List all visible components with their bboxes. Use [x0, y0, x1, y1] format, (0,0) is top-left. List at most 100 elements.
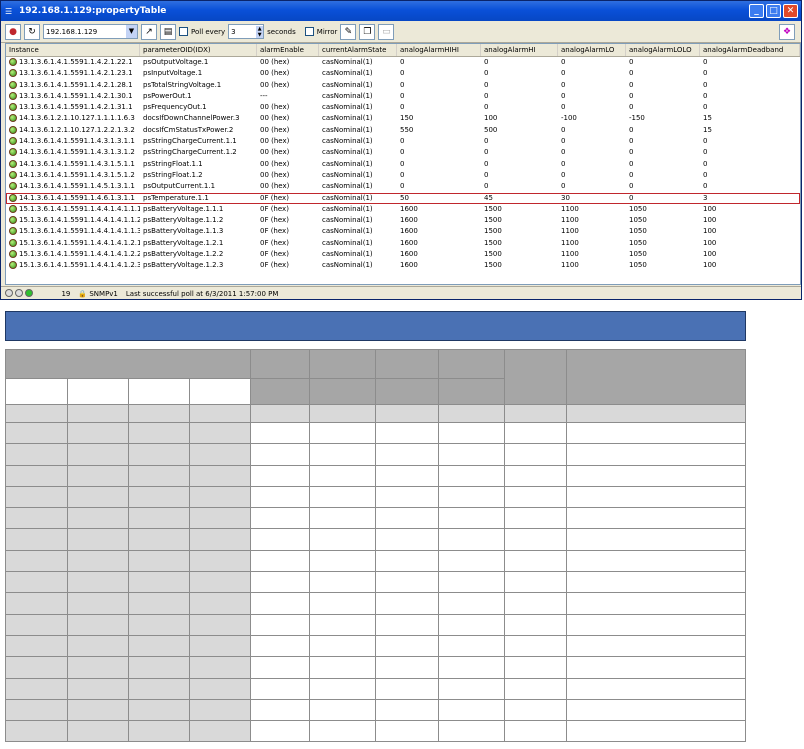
column-header[interactable]: currentAlarmState: [319, 44, 397, 56]
doc-table-cell: [504, 698, 568, 722]
table-cell: psStringFloat.1.1: [143, 159, 203, 168]
doc-table-cell: [188, 443, 251, 466]
table-cell: 15.1.3.6.1.4.1.5591.1.4.4.1.4.1.1.3: [6, 226, 140, 237]
table-cell: -100: [561, 114, 577, 123]
table-cell: 0: [703, 182, 708, 191]
help-icon[interactable]: ❖: [779, 23, 795, 40]
refresh-icon[interactable]: ↻: [24, 23, 40, 40]
host-value: 192.168.1.129: [46, 27, 98, 36]
column-header[interactable]: analogAlarmHIHI: [397, 44, 481, 56]
doc-table-cell: [5, 677, 68, 700]
table-cell: 00 (hex): [260, 103, 290, 112]
table-row[interactable]: 15.1.3.6.1.4.1.5591.1.4.4.1.4.1.1.3 psBat…: [6, 226, 800, 237]
stop-icon[interactable]: ●: [5, 23, 21, 40]
table-row[interactable]: 15.1.3.6.1.4.1.5591.1.4.4.1.4.1.2.2 psBat…: [6, 249, 800, 260]
doc-table-cell: [566, 698, 746, 722]
copy-icon[interactable]: ❐: [359, 23, 376, 40]
table-row[interactable]: 14.1.3.6.1.2.1.10.127.1.2.2.1.3.2 docsIfC…: [6, 125, 800, 136]
table-row[interactable]: 15.1.3.6.1.4.1.5591.1.4.4.1.4.1.2.3 psBat…: [6, 260, 800, 271]
table-cell: 13.1.3.6.1.4.1.5591.1.4.2.1.30.1: [6, 91, 140, 102]
table-cell: 0: [561, 159, 566, 168]
status-led-off-2: [15, 288, 24, 297]
table-cell: 0: [629, 159, 634, 168]
column-header[interactable]: analogAlarmHI: [481, 44, 558, 56]
stepper-arrows-icon[interactable]: ▲ ▼: [256, 25, 264, 38]
poll-every-checkbox[interactable]: [179, 27, 188, 36]
column-header[interactable]: alarmEnable: [257, 44, 319, 56]
column-header[interactable]: analogAlarmLOLO: [626, 44, 700, 56]
table-cell: 0: [484, 170, 489, 179]
doc-table-cell: [188, 698, 251, 722]
table-cell: 1100: [561, 238, 579, 247]
poll-every-label: Poll every: [191, 27, 226, 36]
table-cell: psBatteryVoltage.1.2.2: [143, 250, 224, 259]
chart-icon[interactable]: ↗: [141, 23, 157, 40]
export-icon[interactable]: ▤: [160, 23, 176, 40]
column-header[interactable]: Instance: [6, 44, 140, 56]
doc-table-cell: [438, 443, 506, 466]
properties-icon[interactable]: ✎: [340, 23, 357, 40]
doc-table-cell: [438, 404, 506, 423]
doc-table-cell: [504, 720, 568, 743]
table-row[interactable]: 15.1.3.6.1.4.1.5591.1.4.4.1.4.1.1.2 psBat…: [6, 215, 800, 226]
window-menu-icon[interactable]: ☰: [5, 7, 15, 16]
table-cell: 00 (hex): [260, 69, 290, 78]
column-header[interactable]: analogAlarmDeadband: [700, 44, 800, 56]
doc-table-cell: [66, 698, 129, 722]
table-row[interactable]: 13.1.3.6.1.4.1.5591.1.4.2.1.28.1 psTotalS…: [6, 80, 800, 91]
property-grid[interactable]: Instance parameterOID(IDX) alarmEnable curr…: [5, 43, 801, 285]
doc-table-cell: [504, 634, 568, 658]
table-row[interactable]: 15.1.3.6.1.4.1.5591.1.4.4.1.4.1.2.1 psBat…: [6, 238, 800, 249]
doc-table-cell: [375, 571, 440, 594]
doc-table-cell: [127, 507, 190, 530]
table-cell: 1500: [484, 238, 502, 247]
table-cell: docsIfCmStatusTxPower.2: [143, 125, 234, 134]
close-icon[interactable]: ✕: [783, 4, 798, 18]
chevron-down-icon[interactable]: ▼: [126, 25, 137, 38]
table-cell: 1100: [561, 204, 579, 213]
table-row[interactable]: 14.1.3.6.1.4.1.5591.1.4.3.1.5.1.1 psStrin…: [6, 159, 800, 170]
table-row[interactable]: 14.1.3.6.1.4.1.5591.1.4.6.1.3.1.1 psTempe…: [6, 192, 800, 204]
doc-table-cell: [308, 378, 377, 405]
mirror-checkbox[interactable]: [304, 27, 314, 36]
doc-table-cell: [66, 443, 129, 466]
table-row[interactable]: 14.1.3.6.1.2.1.10.127.1.1.1.1.6.3 docsIfD…: [6, 113, 800, 124]
table-row[interactable]: 14.1.3.6.1.4.1.5591.1.4.5.1.3.1.1 psOutpu…: [6, 181, 800, 192]
table-row[interactable]: 13.1.3.6.1.4.1.5591.1.4.2.1.22.1 psOutput…: [6, 57, 800, 68]
column-header[interactable]: analogAlarmLO: [558, 44, 626, 56]
table-cell: casNominal(1): [322, 216, 373, 225]
table-cell: 1100: [561, 216, 579, 225]
table-row[interactable]: 15.1.3.6.1.4.1.5591.1.4.4.1.4.1.1.1 psBat…: [6, 204, 800, 215]
doc-table-row: [5, 443, 746, 466]
instance-text: 15.1.3.6.1.4.1.5591.1.4.4.1.4.1.2.1: [19, 238, 140, 247]
doc-table-cell: [308, 485, 377, 509]
doc-table-cell: [504, 421, 568, 445]
table-row[interactable]: 14.1.3.6.1.4.1.5591.1.4.3.1.3.1.2 psStrin…: [6, 147, 800, 158]
host-combobox[interactable]: 192.168.1.129 ▼: [43, 24, 138, 39]
table-cell: psPowerOut.1: [143, 91, 192, 100]
table-row[interactable]: 13.1.3.6.1.4.1.5591.1.4.2.1.31.1 psFreque…: [6, 102, 800, 113]
doc-table-cell: [249, 349, 310, 379]
maximize-icon[interactable]: □: [766, 4, 781, 18]
table-cell: 0: [629, 125, 634, 134]
doc-table-cell: [127, 634, 190, 658]
doc-table-cell: [504, 443, 568, 466]
poll-interval-stepper[interactable]: 3 ▲ ▼: [228, 24, 265, 39]
doc-table-cell: [566, 592, 746, 615]
table-cell: 0: [629, 58, 634, 66]
minimize-icon[interactable]: _: [749, 4, 764, 18]
doc-table-cell: [566, 404, 746, 423]
title-bar[interactable]: ☰ 192.168.1.129:propertyTable _ □ ✕: [1, 1, 801, 21]
table-row[interactable]: 14.1.3.6.1.4.1.5591.1.4.3.1.3.1.1 psStrin…: [6, 136, 800, 147]
doc-table-row: [5, 549, 746, 573]
table-cell: 1500: [484, 204, 502, 213]
doc-table-cell: [308, 421, 377, 445]
table-row[interactable]: 13.1.3.6.1.4.1.5591.1.4.2.1.23.1 psInputV…: [6, 68, 800, 79]
table-row[interactable]: 14.1.3.6.1.4.1.5591.1.4.3.1.5.1.2 psStrin…: [6, 170, 800, 181]
column-header[interactable]: parameterOID(IDX): [140, 44, 257, 56]
table-cell: 100: [703, 238, 717, 247]
table-row[interactable]: 13.1.3.6.1.4.1.5591.1.4.2.1.30.1 psPowerO…: [6, 91, 800, 102]
doc-table-cell: [308, 613, 377, 636]
status-led-off-1: [5, 288, 13, 297]
doc-table-cell: [127, 571, 190, 594]
